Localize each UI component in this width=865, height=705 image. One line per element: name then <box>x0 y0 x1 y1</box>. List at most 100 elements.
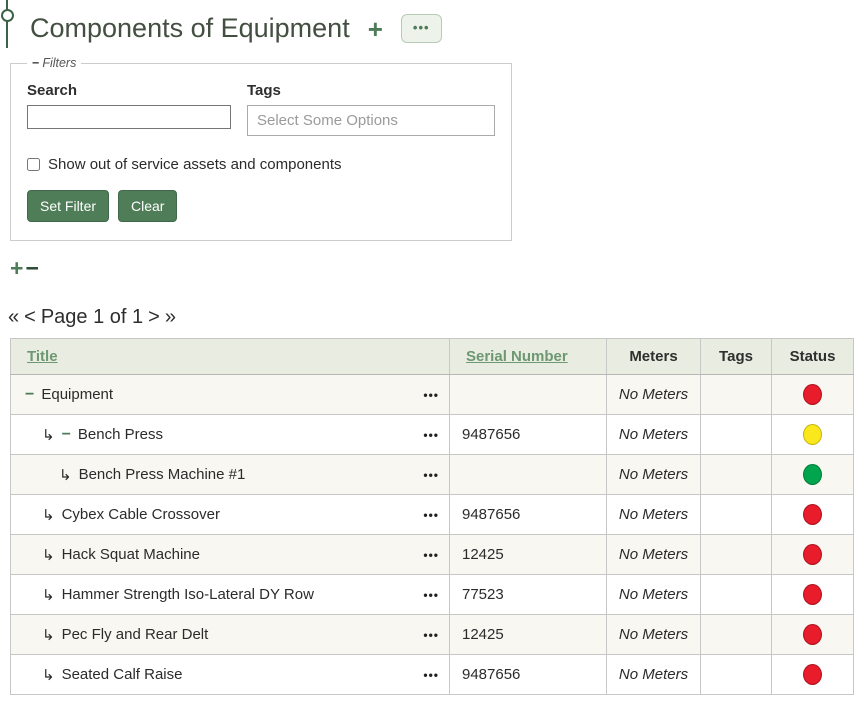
status-cell <box>772 455 854 495</box>
meters-cell: No Meters <box>607 455 701 495</box>
status-indicator <box>803 504 822 525</box>
meters-cell: No Meters <box>607 375 701 415</box>
collapse-row-icon[interactable]: − <box>25 386 34 404</box>
column-header-title[interactable]: Title <box>11 339 450 375</box>
status-cell <box>772 415 854 455</box>
child-arrow-icon: ↳ <box>42 626 55 644</box>
row-menu-button[interactable]: ••• <box>423 668 439 682</box>
filters-collapse-icon[interactable]: − <box>32 56 39 70</box>
serial-number-cell: 9487656 <box>450 655 607 695</box>
status-indicator <box>803 424 822 445</box>
table-header-row: Title Serial Number Meters Tags Status <box>11 339 854 375</box>
status-cell <box>772 615 854 655</box>
meters-cell: No Meters <box>607 415 701 455</box>
status-cell <box>772 495 854 535</box>
status-indicator <box>803 464 822 485</box>
column-header-status: Status <box>772 339 854 375</box>
row-title[interactable]: Bench Press <box>78 426 163 443</box>
tree-node-circle[interactable] <box>1 9 14 22</box>
tree-connector-line <box>6 0 8 48</box>
row-menu-button[interactable]: ••• <box>423 468 439 482</box>
row-menu-button[interactable]: ••• <box>423 428 439 442</box>
tags-cell <box>701 535 772 575</box>
row-title[interactable]: Pec Fly and Rear Delt <box>62 626 209 643</box>
child-arrow-icon: ↳ <box>42 426 55 444</box>
serial-number-cell: 9487656 <box>450 415 607 455</box>
status-cell <box>772 655 854 695</box>
serial-number-cell: 9487656 <box>450 495 607 535</box>
tags-cell <box>701 495 772 535</box>
serial-number-cell: 12425 <box>450 615 607 655</box>
header-more-menu-button[interactable]: ••• <box>401 14 442 43</box>
row-title[interactable]: Hack Squat Machine <box>62 546 200 563</box>
column-header-serial-number[interactable]: Serial Number <box>450 339 607 375</box>
tree-toolbar: +− <box>10 257 865 280</box>
page-indicator: Page 1 of 1 <box>41 306 143 329</box>
search-input[interactable] <box>27 105 231 129</box>
serial-number-cell: 12425 <box>450 535 607 575</box>
first-page-icon[interactable]: « <box>8 306 19 329</box>
show-out-of-service-label: Show out of service assets and component… <box>48 156 342 173</box>
row-menu-button[interactable]: ••• <box>423 548 439 562</box>
meters-cell: No Meters <box>607 615 701 655</box>
status-indicator <box>803 384 822 405</box>
status-indicator <box>803 584 822 605</box>
search-label: Search <box>27 82 231 99</box>
row-title[interactable]: Seated Calf Raise <box>62 666 183 683</box>
row-title[interactable]: Equipment <box>41 386 113 403</box>
last-page-icon[interactable]: » <box>165 306 176 329</box>
tags-field-group: Tags <box>247 82 495 136</box>
meters-cell: No Meters <box>607 535 701 575</box>
table-row: ↳ − Hammer Strength Iso-Lateral DY Row •… <box>11 575 854 615</box>
column-header-tags: Tags <box>701 339 772 375</box>
set-filter-button[interactable]: Set Filter <box>27 190 109 222</box>
filters-legend: −Filters <box>27 56 81 70</box>
row-title[interactable]: Hammer Strength Iso-Lateral DY Row <box>62 586 314 603</box>
filters-legend-label: Filters <box>42 56 76 70</box>
table-row: ↳ − Bench Press Machine #1 ••• No Meters <box>11 455 854 495</box>
table-row: ↳ − Seated Calf Raise ••• 9487656 No Met… <box>11 655 854 695</box>
serial-number-cell <box>450 455 607 495</box>
row-menu-button[interactable]: ••• <box>423 508 439 522</box>
page-title: Components of Equipment <box>30 13 350 44</box>
table-row: ↳ − Bench Press ••• 9487656 No Meters <box>11 415 854 455</box>
tags-label: Tags <box>247 82 495 99</box>
clear-filter-button[interactable]: Clear <box>118 190 177 222</box>
components-table: Title Serial Number Meters Tags Status ↳… <box>10 338 854 695</box>
prev-page-icon[interactable]: < <box>24 306 36 329</box>
child-arrow-icon: ↳ <box>42 586 55 604</box>
expand-all-icon[interactable]: + <box>10 255 23 281</box>
status-indicator <box>803 664 822 685</box>
show-out-of-service-checkbox[interactable] <box>27 158 40 171</box>
tags-cell <box>701 655 772 695</box>
row-menu-button[interactable]: ••• <box>423 388 439 402</box>
child-arrow-icon: ↳ <box>42 666 55 684</box>
add-component-button[interactable]: + <box>366 16 385 42</box>
child-arrow-icon: ↳ <box>59 466 72 484</box>
search-field-group: Search <box>27 82 231 136</box>
row-menu-button[interactable]: ••• <box>423 588 439 602</box>
table-row: ↳ − Pec Fly and Rear Delt ••• 12425 No M… <box>11 615 854 655</box>
tags-cell <box>701 375 772 415</box>
filters-panel: −Filters Search Tags Show out of service… <box>10 56 512 241</box>
tags-cell <box>701 575 772 615</box>
status-indicator <box>803 624 822 645</box>
row-title[interactable]: Cybex Cable Crossover <box>62 506 220 523</box>
meters-cell: No Meters <box>607 655 701 695</box>
tags-cell <box>701 415 772 455</box>
collapse-row-icon[interactable]: − <box>62 426 71 444</box>
status-indicator <box>803 544 822 565</box>
ellipsis-icon: ••• <box>413 20 430 35</box>
next-page-icon[interactable]: > <box>148 306 160 329</box>
table-row: ↳ − Hack Squat Machine ••• 12425 No Mete… <box>11 535 854 575</box>
row-title[interactable]: Bench Press Machine #1 <box>79 466 246 483</box>
serial-number-cell: 77523 <box>450 575 607 615</box>
tags-select-input[interactable] <box>247 105 495 136</box>
tags-cell <box>701 615 772 655</box>
child-arrow-icon: ↳ <box>42 546 55 564</box>
meters-cell: No Meters <box>607 495 701 535</box>
row-menu-button[interactable]: ••• <box>423 628 439 642</box>
collapse-all-icon[interactable]: − <box>25 255 38 281</box>
column-header-meters: Meters <box>607 339 701 375</box>
table-row: ↳ − Cybex Cable Crossover ••• 9487656 No… <box>11 495 854 535</box>
